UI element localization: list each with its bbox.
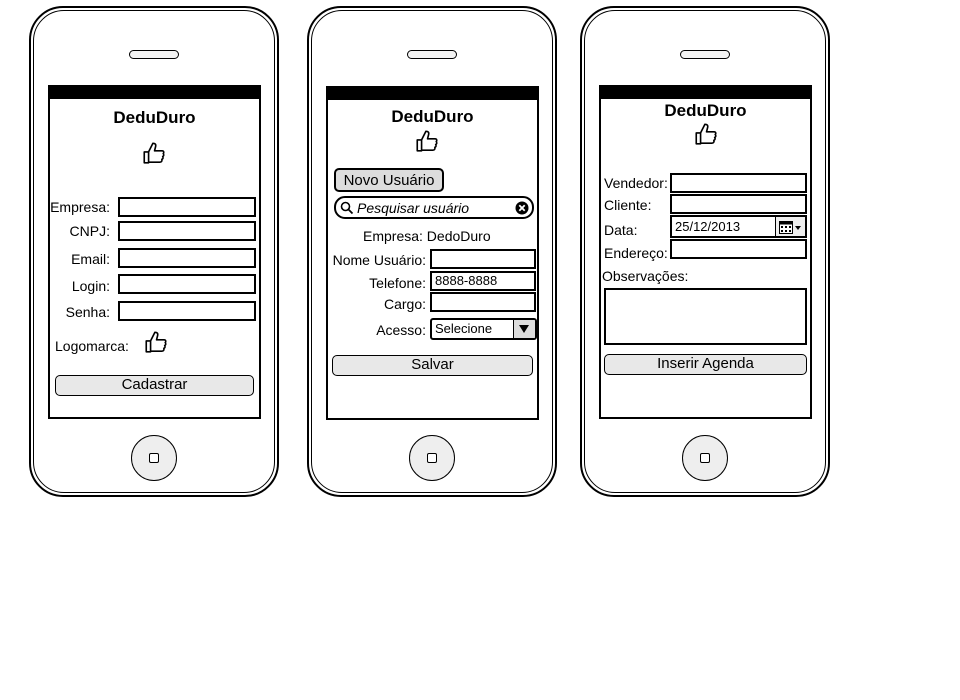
email-field[interactable] <box>118 248 256 268</box>
novo-usuario-button[interactable]: Novo Usuário <box>334 168 444 192</box>
login-field[interactable] <box>118 274 256 294</box>
status-bar <box>50 87 259 99</box>
endereco-label: Endereço: <box>604 245 668 261</box>
calendar-button[interactable] <box>775 217 805 236</box>
company-text: Empresa: DedoDuro <box>363 228 491 244</box>
app-title: DeduDuro <box>664 101 747 120</box>
home-button[interactable] <box>409 435 455 481</box>
home-button[interactable] <box>131 435 177 481</box>
phone-speaker <box>407 50 457 59</box>
nome-usuario-label: Nome Usuário: <box>332 252 426 268</box>
phone-frame-users: DeduDuro Novo Usuário Pesquisar usuário … <box>307 6 557 497</box>
cadastrar-button[interactable]: Cadastrar <box>55 375 254 396</box>
acesso-select[interactable]: Selecione <box>430 318 537 340</box>
phone-frame-register: DeduDuro Empresa: CNPJ: Email: Login: Se… <box>29 6 279 497</box>
acesso-label: Acesso: <box>376 322 426 338</box>
cargo-field[interactable] <box>430 292 536 312</box>
vendedor-field[interactable] <box>670 173 807 193</box>
chevron-down-icon <box>519 325 529 333</box>
logo-upload-thumbs-up-icon[interactable] <box>143 329 169 355</box>
data-value: 25/12/2013 <box>675 219 741 234</box>
status-bar <box>601 87 810 99</box>
cliente-field[interactable] <box>670 194 807 214</box>
nome-usuario-field[interactable] <box>430 249 536 269</box>
observacoes-textarea[interactable] <box>604 288 807 345</box>
users-screen: DeduDuro Novo Usuário Pesquisar usuário … <box>326 86 539 420</box>
search-box[interactable]: Pesquisar usuário <box>334 196 534 219</box>
app-title: DeduDuro <box>391 107 474 126</box>
salvar-button[interactable]: Salvar <box>332 355 533 376</box>
clear-icon[interactable] <box>515 201 529 215</box>
thumbs-up-icon <box>695 123 717 145</box>
phone-frame-schedule: DeduDuro Vendedor: Cliente: Data: 25/12/… <box>580 6 830 497</box>
cliente-label: Cliente: <box>604 197 652 213</box>
thumbs-up-icon <box>143 142 165 164</box>
telefone-field[interactable]: 8888-8888 <box>430 271 536 291</box>
cargo-label: Cargo: <box>383 296 426 312</box>
register-company-screen: DeduDuro Empresa: CNPJ: Email: Login: Se… <box>48 85 261 419</box>
vendedor-label: Vendedor: <box>604 175 668 191</box>
logomarca-label: Logomarca: <box>55 338 129 354</box>
inserir-agenda-button[interactable]: Inserir Agenda <box>604 354 807 375</box>
telefone-label: Telefone: <box>369 275 426 291</box>
login-label: Login: <box>71 278 110 294</box>
cnpj-field[interactable] <box>118 221 256 241</box>
senha-field[interactable] <box>118 301 256 321</box>
acesso-selected-value: Selecione <box>435 321 493 336</box>
app-title: DeduDuro <box>113 108 196 127</box>
observacoes-label: Observações: <box>602 268 689 284</box>
cnpj-label: CNPJ: <box>69 223 110 239</box>
home-button-square <box>427 453 437 463</box>
home-button-square <box>149 453 159 463</box>
schedule-screen: DeduDuro Vendedor: Cliente: Data: 25/12/… <box>599 85 812 419</box>
status-bar <box>328 88 537 100</box>
calendar-icon <box>779 221 801 234</box>
home-button[interactable] <box>682 435 728 481</box>
email-label: Email: <box>71 251 110 267</box>
senha-label: Senha: <box>65 304 110 320</box>
home-button-square <box>700 453 710 463</box>
empresa-field[interactable] <box>118 197 256 217</box>
data-field[interactable]: 25/12/2013 <box>670 215 807 238</box>
endereco-field[interactable] <box>670 239 807 259</box>
acesso-dropdown-button[interactable] <box>513 320 535 338</box>
phone-speaker <box>129 50 179 59</box>
search-placeholder: Pesquisar usuário <box>357 200 470 216</box>
data-label: Data: <box>604 222 638 238</box>
thumbs-up-icon <box>416 130 438 152</box>
empresa-label: Empresa: <box>50 199 110 215</box>
search-icon <box>340 201 354 215</box>
phone-speaker <box>680 50 730 59</box>
